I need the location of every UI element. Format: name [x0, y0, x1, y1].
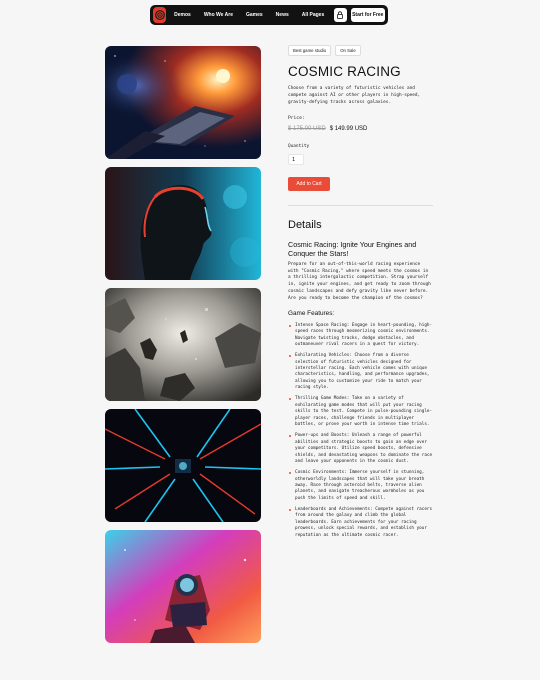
- bullet-icon: [289, 355, 291, 358]
- details-intro: Prepare for an out-of-this-world racing …: [288, 261, 431, 301]
- details-heading: Details: [288, 218, 322, 231]
- bullet-icon: [289, 508, 291, 511]
- gallery-image-neon-tunnel[interactable]: [105, 409, 261, 522]
- old-price: $ 175.00 USD: [288, 126, 326, 133]
- feature-text: Leaderboards and Achievements: Compete a…: [295, 506, 433, 538]
- product-title: COSMIC RACING: [288, 64, 401, 79]
- bullet-icon: [289, 472, 291, 475]
- feature-text: Cosmic Environments: Immerse yourself in…: [295, 470, 425, 501]
- gallery-image-asteroid-field[interactable]: [105, 288, 261, 401]
- cart-button[interactable]: [334, 8, 347, 22]
- quantity-input[interactable]: 1: [288, 154, 304, 166]
- top-nav: Demos Who We Are Games News All Pages St…: [150, 5, 388, 25]
- gallery-image-neon-portrait[interactable]: [105, 167, 261, 280]
- gallery-image-astronaut-chair[interactable]: [105, 530, 261, 643]
- product-gallery: [105, 46, 261, 651]
- nav-link-who-we-are[interactable]: Who We Are: [204, 12, 233, 18]
- details-subheading: Cosmic Racing: Ignite Your Engines and C…: [288, 239, 417, 259]
- product-info: Best game studio On Sale COSMIC RACING C…: [288, 45, 433, 544]
- feature-item: Cosmic Environments: Immerse yourself in…: [288, 470, 433, 502]
- tag-best-studio[interactable]: Best game studio: [288, 45, 332, 56]
- tag-on-sale[interactable]: On Sale: [335, 45, 361, 56]
- feature-item: Leaderboards and Achievements: Compete a…: [288, 507, 433, 539]
- sale-price: $ 149.99 USD: [329, 126, 368, 133]
- nav-link-demos[interactable]: Demos: [174, 12, 191, 18]
- nav-link-news[interactable]: News: [276, 12, 289, 18]
- lock-bag-icon: [337, 11, 344, 19]
- nav-link-all-pages[interactable]: All Pages: [302, 12, 325, 18]
- spiral-logo-icon[interactable]: [153, 7, 167, 23]
- product-tags: Best game studio On Sale: [288, 45, 433, 56]
- bullet-icon: [289, 435, 291, 438]
- features-heading: Game Features:: [288, 309, 335, 317]
- feature-text: Intense Space Racing: Engage in heart-po…: [295, 322, 433, 348]
- feature-text: Power-ups and Boosts: Unleash a range of…: [295, 433, 433, 465]
- feature-text: Exhilarating Vehicles: Choose from a div…: [295, 353, 430, 391]
- bullet-icon: [289, 398, 291, 401]
- divider: [288, 205, 433, 206]
- price-label: Price:: [288, 116, 305, 122]
- feature-item: Exhilarating Vehicles: Choose from a div…: [288, 353, 433, 392]
- feature-item: Power-ups and Boosts: Unleash a range of…: [288, 433, 433, 465]
- add-to-cart-button[interactable]: Add to Cart: [288, 177, 330, 192]
- nav-link-games[interactable]: Games: [246, 12, 263, 18]
- feature-item: Intense Space Racing: Engage in heart-po…: [288, 323, 433, 349]
- feature-text: Thrilling Game Modes: Take on a variety …: [295, 396, 433, 428]
- features-list: Intense Space Racing: Engage in heart-po…: [288, 323, 433, 540]
- feature-item: Thrilling Game Modes: Take on a variety …: [288, 396, 433, 428]
- quantity-label: Quantity: [288, 144, 310, 150]
- bullet-icon: [289, 324, 291, 327]
- product-description: Choose from a variety of futuristic vehi…: [288, 86, 421, 105]
- start-for-free-button[interactable]: Start for Free: [350, 8, 385, 22]
- price-row: $ 175.00 USD $ 149.99 USD: [288, 126, 433, 132]
- gallery-image-space-battle[interactable]: [105, 46, 261, 159]
- nav-links: Demos Who We Are Games News All Pages: [174, 12, 324, 18]
